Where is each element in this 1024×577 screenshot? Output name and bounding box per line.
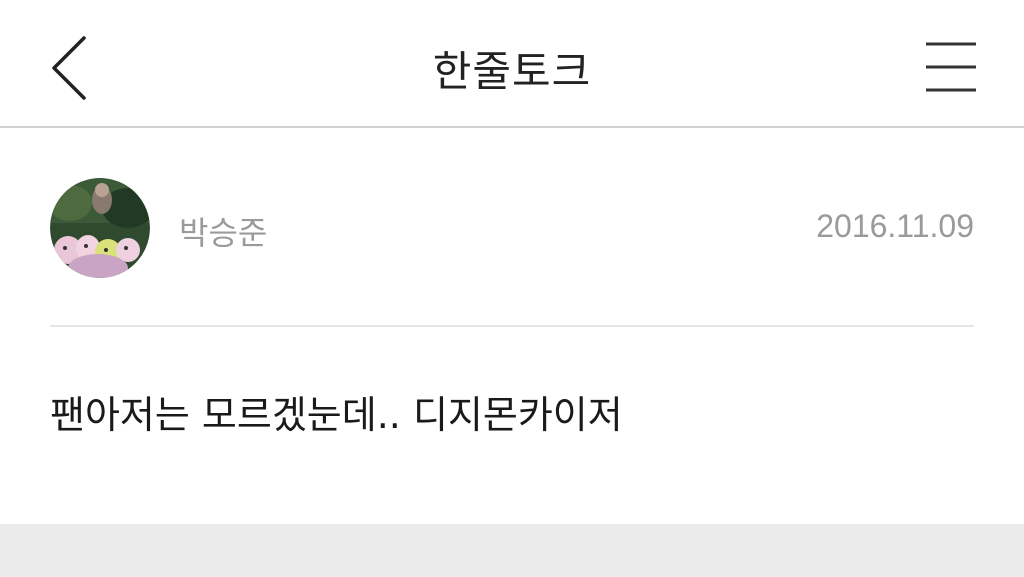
post-body: 팬아저는 모르겠눈데.. 디지몬카이저 (50, 393, 623, 437)
avatar-image (50, 178, 150, 278)
author-name: 박승준 (179, 214, 268, 252)
talk-detail-page: 한줄토크 박승준 2016.11.09 팬아저는 모르겠눈데.. 디지몬카이저 (0, 0, 1024, 577)
menu-button[interactable] (918, 36, 982, 100)
top-bar: 한줄토크 (0, 0, 1024, 128)
post-meta: 박승준 2016.11.09 (50, 178, 974, 278)
hamburger-menu-icon (926, 42, 976, 92)
section-separator (0, 524, 1024, 577)
divider (50, 325, 974, 327)
post-date: 2016.11.09 (816, 208, 974, 244)
page-title: 한줄토크 (432, 47, 592, 96)
avatar[interactable] (50, 178, 150, 278)
